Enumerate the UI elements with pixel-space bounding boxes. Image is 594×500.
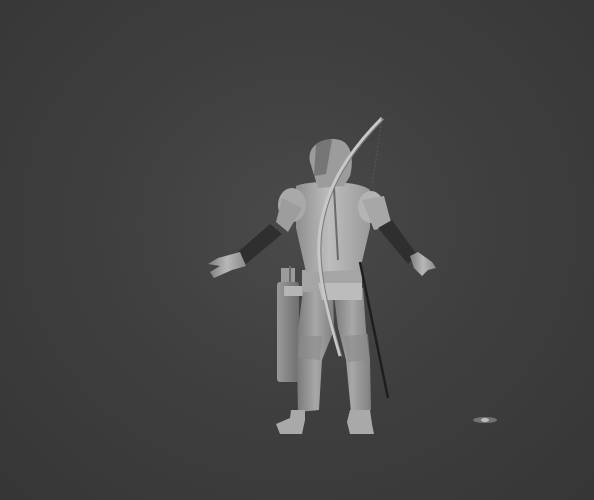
ground-marker[interactable] xyxy=(473,417,497,423)
left-bracer xyxy=(238,224,282,264)
left-boot xyxy=(276,410,305,434)
archer-character-model[interactable] xyxy=(208,116,436,434)
3d-viewport[interactable] xyxy=(0,0,594,500)
right-boot xyxy=(347,410,374,434)
right-hand xyxy=(410,252,436,276)
torso xyxy=(296,181,370,272)
viewport-scene[interactable] xyxy=(0,0,594,500)
left-hand xyxy=(208,252,246,278)
